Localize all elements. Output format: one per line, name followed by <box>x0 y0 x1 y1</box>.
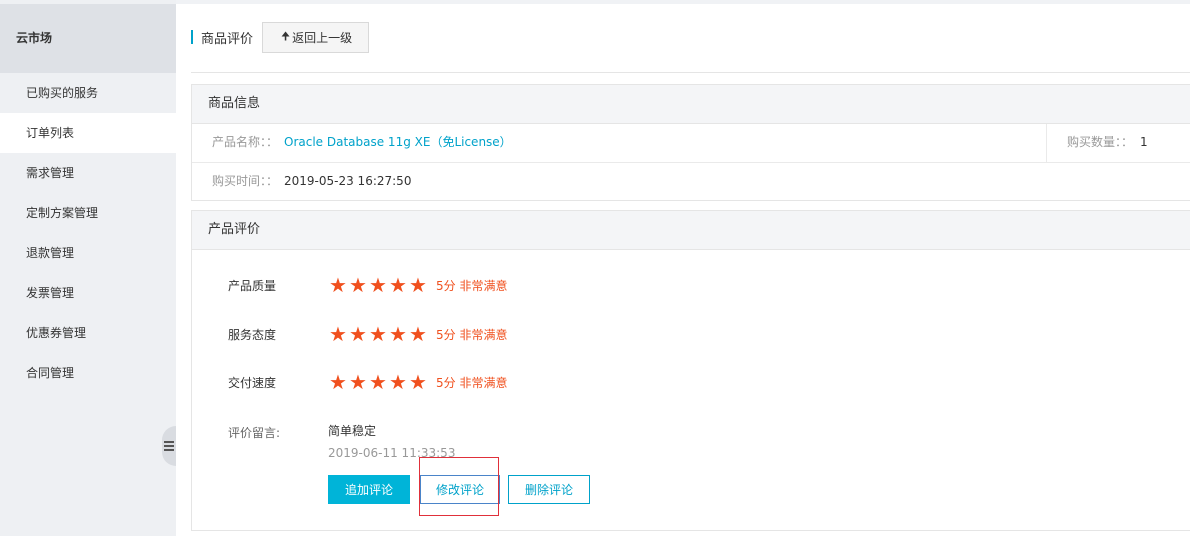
sidebar-item-requirements[interactable]: 需求管理 <box>0 153 176 193</box>
sidebar-item-coupons[interactable]: 优惠券管理 <box>0 313 176 353</box>
star-icon: ★ <box>349 321 367 346</box>
rating-label: 产品质量 <box>228 278 277 293</box>
sidebar-menu: 已购买的服务 订单列表 需求管理 定制方案管理 退款管理 发票管理 优惠券管理 … <box>0 73 176 393</box>
quantity-value: 1 <box>1140 135 1148 149</box>
quantity-label: 购买数量：： <box>1067 135 1134 149</box>
sidebar-collapse-toggle[interactable] <box>162 426 176 466</box>
purchase-time-value: 2019-05-23 16:27:50 <box>284 174 412 188</box>
star-icon: ★ <box>349 369 367 394</box>
rating-label: 交付速度 <box>228 375 277 390</box>
purchase-time-label: 购买时间：： <box>212 174 279 188</box>
product-name-link[interactable]: Oracle Database 11g XE（免License） <box>284 124 512 161</box>
rating-label: 服务态度 <box>228 327 277 342</box>
product-name-label: 产品名称：： <box>212 135 279 149</box>
rating-row-quality: 产品质量 ★ ★ ★ ★ ★ 5分 非常满意 <box>228 275 507 295</box>
purchase-time-row: 购买时间：： 2019-05-23 16:27:50 <box>192 162 1190 200</box>
product-review-title: 产品评价 <box>192 211 1190 250</box>
arrow-up-icon: 🠉 <box>281 29 291 43</box>
star-icon: ★ <box>409 272 427 297</box>
product-review-panel: 产品评价 产品质量 ★ ★ ★ ★ ★ 5分 非常满意 服务态度 ★ ★ ★ ★ ★ 5分 非常… <box>191 210 1190 531</box>
back-button-label: 返回上一级 <box>292 30 353 45</box>
star-icon: ★ <box>409 369 427 394</box>
sidebar-item-invoices[interactable]: 发票管理 <box>0 273 176 313</box>
header-accent-bar <box>191 30 193 44</box>
star-icon: ★ <box>369 321 387 346</box>
star-icon: ★ <box>369 369 387 394</box>
star-icon: ★ <box>329 272 347 297</box>
comment-text: 简单稳定 <box>328 424 377 438</box>
sidebar-item-refunds[interactable]: 退款管理 <box>0 233 176 273</box>
star-rating: ★ ★ ★ ★ ★ <box>328 272 428 297</box>
comment-label: 评价留言: <box>228 426 281 440</box>
product-info-title: 商品信息 <box>192 85 1190 124</box>
highlight-box <box>419 457 499 516</box>
star-icon: ★ <box>349 272 367 297</box>
star-rating: ★ ★ ★ ★ ★ <box>328 321 428 346</box>
star-icon: ★ <box>329 369 347 394</box>
star-icon: ★ <box>329 321 347 346</box>
main-content: 商品评价 🠉 返回上一级 商品信息 产品名称：： Oracle Database… <box>176 4 1190 536</box>
rating-row-service: 服务态度 ★ ★ ★ ★ ★ 5分 非常满意 <box>228 324 507 344</box>
sidebar-item-order-list[interactable]: 订单列表 <box>0 113 176 153</box>
rating-text: 5分 非常满意 <box>436 327 508 342</box>
sidebar-item-custom-plans[interactable]: 定制方案管理 <box>0 193 176 233</box>
page-header: 商品评价 🠉 返回上一级 <box>191 21 370 53</box>
rating-text: 5分 非常满意 <box>436 375 508 390</box>
star-icon: ★ <box>409 321 427 346</box>
delete-review-button[interactable]: 删除评论 <box>508 475 590 504</box>
back-button[interactable]: 🠉 返回上一级 <box>262 21 370 53</box>
rating-text: 5分 非常满意 <box>436 278 508 293</box>
product-name-row: 产品名称：： Oracle Database 11g XE（免License） … <box>192 124 1190 162</box>
star-icon: ★ <box>369 272 387 297</box>
sidebar: 云市场 已购买的服务 订单列表 需求管理 定制方案管理 退款管理 发票管理 优惠… <box>0 0 176 536</box>
product-info-panel: 商品信息 产品名称：： Oracle Database 11g XE（免Lice… <box>191 84 1190 201</box>
star-rating: ★ ★ ★ ★ ★ <box>328 369 428 394</box>
menu-icon <box>164 439 174 453</box>
star-icon: ★ <box>389 272 407 297</box>
append-review-button[interactable]: 追加评论 <box>328 475 410 504</box>
sidebar-item-purchased-services[interactable]: 已购买的服务 <box>0 73 176 113</box>
rating-row-delivery: 交付速度 ★ ★ ★ ★ ★ 5分 非常满意 <box>228 372 507 392</box>
sidebar-item-contracts[interactable]: 合同管理 <box>0 353 176 393</box>
star-icon: ★ <box>389 321 407 346</box>
quantity-cell: 购买数量：： 1 <box>1046 124 1190 162</box>
sidebar-title: 云市场 <box>0 4 176 73</box>
header-divider <box>191 72 1190 73</box>
star-icon: ★ <box>389 369 407 394</box>
page-title: 商品评价 <box>201 31 254 47</box>
